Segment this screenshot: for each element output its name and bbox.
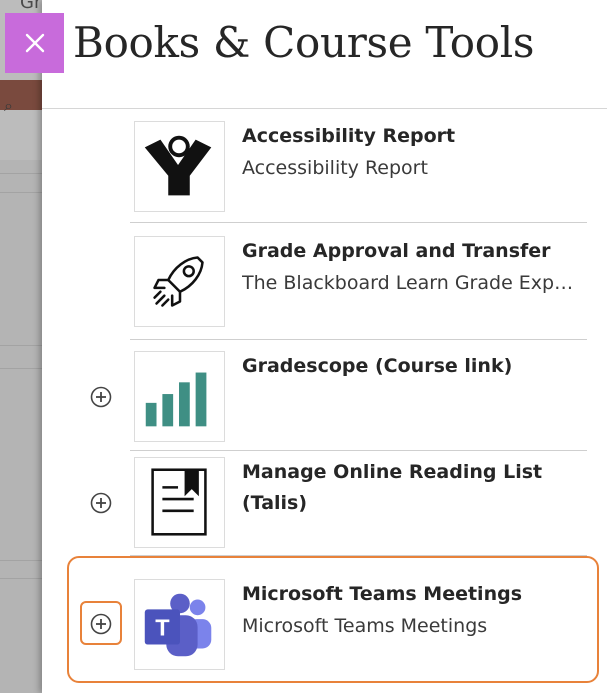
highlight-outline-row: [67, 556, 599, 683]
tool-description: The Blackboard Learn Grade Exp…: [242, 272, 574, 294]
tool-title[interactable]: Accessibility Report: [242, 121, 455, 152]
reading-list-icon: [134, 457, 225, 548]
rocket-icon: [134, 236, 225, 327]
background-text-fragment: Gr: [20, 0, 42, 13]
tool-list-item[interactable]: Manage Online Reading List (Talis): [130, 451, 587, 556]
accessibility-report-icon: [134, 121, 225, 212]
background-divider: [0, 560, 42, 561]
gradescope-bars-icon: [134, 351, 225, 442]
highlight-outline-add-button: [80, 601, 122, 645]
background-divider: [0, 578, 42, 579]
tool-list-item[interactable]: Gradescope (Course link): [130, 340, 587, 451]
background-divider: [0, 368, 42, 369]
add-tool-button[interactable]: [88, 490, 114, 516]
tool-title[interactable]: Gradescope (Course link): [242, 351, 512, 382]
background-page: Gr ⌕: [0, 0, 42, 693]
background-content: [0, 160, 42, 693]
panel-title: Books & Course Tools: [73, 18, 535, 67]
close-icon: [25, 33, 44, 53]
tool-list-item[interactable]: Grade Approval and Transfer The Blackboa…: [130, 223, 587, 340]
tool-title[interactable]: Grade Approval and Transfer: [242, 236, 551, 267]
tool-description: Accessibility Report: [242, 157, 428, 179]
tool-list-item[interactable]: Accessibility Report Accessibility Repor…: [130, 109, 587, 223]
background-divider: [0, 192, 42, 193]
background-divider: [0, 345, 42, 346]
add-tool-button[interactable]: [88, 384, 114, 410]
plus-circle-icon: [90, 492, 112, 514]
background-search-icon: ⌕: [4, 96, 13, 115]
close-panel-button[interactable]: [5, 13, 64, 73]
background-divider: [0, 173, 42, 174]
tool-title[interactable]: Manage Online Reading List (Talis): [242, 457, 562, 519]
plus-circle-icon: [90, 386, 112, 408]
